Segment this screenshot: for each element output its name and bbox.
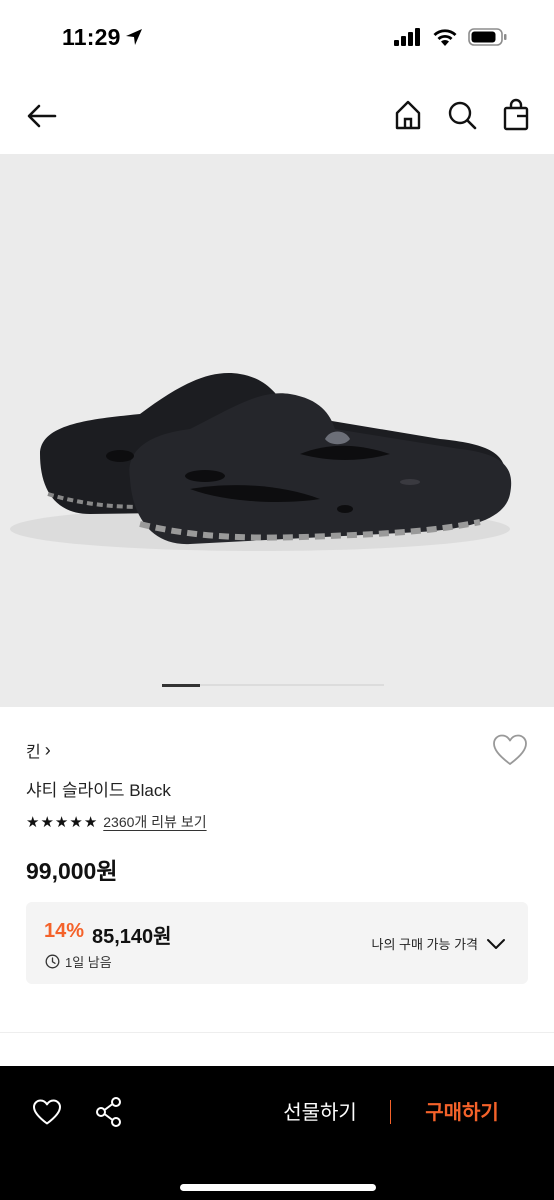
share-icon[interactable]	[94, 1096, 124, 1128]
shopping-bag-icon[interactable]	[500, 98, 532, 132]
brand-name: 킨	[26, 744, 41, 761]
section-divider	[0, 1032, 554, 1033]
star-icon: ★	[83, 813, 98, 831]
product-image	[10, 373, 512, 551]
search-icon[interactable]	[446, 98, 478, 132]
location-arrow-icon	[126, 29, 142, 45]
star-icon: ★	[54, 813, 69, 831]
coupon-box[interactable]: 14% 85,140원 1일 남음 나의 구매 가능 가격	[26, 902, 528, 984]
status-bar: 11:29	[0, 0, 554, 76]
home-icon[interactable]	[392, 98, 424, 132]
carousel-indicator	[162, 683, 384, 687]
chevron-down-icon	[487, 938, 505, 949]
heart-icon[interactable]	[492, 733, 528, 767]
rating-row: ★ ★ ★ ★ ★ 2360개 리뷰 보기	[26, 812, 207, 832]
carousel-indicator-active	[162, 683, 200, 687]
status-indicators	[394, 27, 508, 47]
brand-link[interactable]: 킨 ›	[26, 738, 51, 762]
product-image-carousel[interactable]	[0, 154, 554, 707]
my-price-label: 나의 구매 가능 가격	[371, 937, 478, 952]
wishlist-heart-icon[interactable]	[32, 1098, 62, 1126]
top-navigation	[0, 76, 554, 154]
product-price: 99,000원	[26, 858, 118, 884]
bottom-action-bar: 선물하기 구매하기	[0, 1066, 554, 1200]
star-icon: ★	[40, 813, 54, 831]
gift-button[interactable]: 선물하기	[270, 1096, 370, 1125]
cellular-signal-icon	[394, 28, 420, 46]
back-arrow-icon[interactable]	[24, 98, 60, 134]
review-link[interactable]: 2360개 리뷰 보기	[103, 812, 206, 832]
home-indicator	[180, 1184, 376, 1191]
time-left-text: 1일 남음	[65, 955, 112, 970]
discount-rate: 14%	[44, 920, 85, 942]
button-separator	[390, 1100, 391, 1124]
product-name: 샤티 슬라이드 Black	[26, 781, 171, 800]
clock-icon	[45, 954, 60, 969]
battery-icon	[468, 28, 507, 46]
status-time: 11:29	[62, 24, 121, 50]
discounted-price: 85,140원	[92, 926, 172, 948]
star-icon: ★	[69, 813, 83, 831]
star-icon: ★	[26, 813, 40, 831]
chevron-right-icon: ›	[44, 740, 51, 760]
time-left: 1일 남음	[45, 952, 112, 971]
buy-button[interactable]: 구매하기	[412, 1096, 512, 1125]
wifi-icon	[433, 29, 457, 46]
rating-stars: ★ ★ ★ ★ ★	[26, 815, 97, 830]
my-price-toggle[interactable]: 나의 구매 가능 가격	[371, 934, 506, 953]
